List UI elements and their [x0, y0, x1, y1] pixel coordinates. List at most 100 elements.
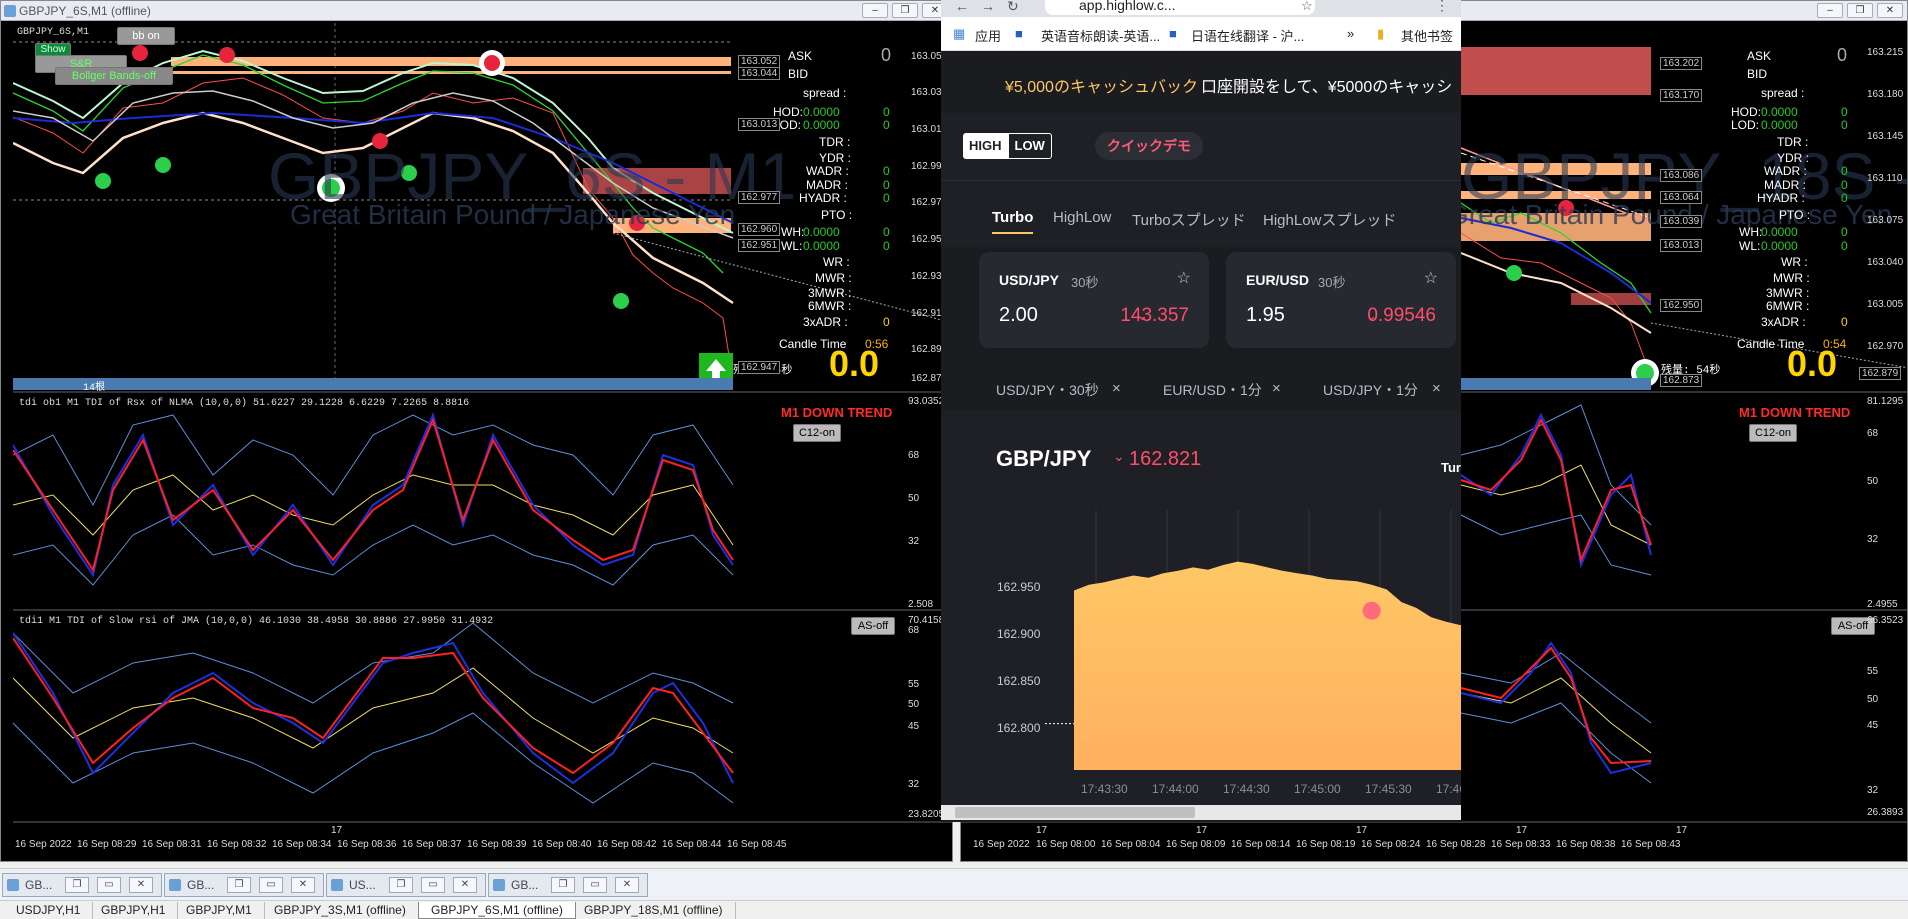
- asset-card[interactable]: USD/JPY 30秒 ☆ 2.00 ⌄ 143.357: [979, 252, 1209, 348]
- menu-icon[interactable]: ⋮: [1435, 0, 1449, 14]
- lod-value: 0.0000: [803, 118, 840, 132]
- minimize-button[interactable]: –: [1817, 3, 1843, 18]
- mwr-label: MWR :: [815, 271, 852, 285]
- chart-tab[interactable]: GBPJPY_18S,M1 (offline): [572, 902, 736, 919]
- minimize-button[interactable]: –: [862, 3, 888, 18]
- close-button[interactable]: ✕: [453, 877, 477, 893]
- scrollbar-thumb[interactable]: [955, 807, 1195, 818]
- c12-button[interactable]: C12-on: [1749, 424, 1797, 442]
- selected-tab[interactable]: USD/JPY・30秒: [996, 380, 1099, 400]
- selected-tab[interactable]: USD/JPY・1分: [1323, 380, 1418, 400]
- maximize-button[interactable]: ▭: [583, 877, 607, 893]
- wl-label: WL:: [781, 239, 803, 253]
- minimized-window-title: GB...: [511, 878, 539, 892]
- card-rate: 143.357: [1120, 305, 1189, 326]
- left-price-pane[interactable]: GBPJPY_6S - M1 Great Britain Pound / Jap…: [13, 23, 952, 393]
- bollinger-bands-button[interactable]: Bollger Bands-off: [55, 67, 173, 85]
- time-label: 16 Sep 08:33: [1491, 839, 1551, 850]
- 3xadr-value: 0: [1841, 315, 1848, 329]
- more-bookmarks[interactable]: »: [1347, 26, 1354, 41]
- forward-icon[interactable]: →: [981, 0, 995, 14]
- axis-marker: 17: [1036, 825, 1048, 836]
- axis-marker: 17: [1196, 825, 1208, 836]
- card-pair: USD/JPY: [999, 272, 1059, 288]
- tab-turbo[interactable]: Turbo: [992, 209, 1034, 234]
- apps-icon[interactable]: ▦: [953, 26, 965, 42]
- promo-banner[interactable]: ¥5,000のキャッシュバック 口座開設をして、¥5000のキャッシ: [941, 51, 1461, 113]
- favorite-star-icon[interactable]: ☆: [1424, 268, 1438, 288]
- minimized-window[interactable]: US... ❐ ▭ ✕: [326, 873, 486, 897]
- bookmark-english[interactable]: 英语音标朗读-英语...: [1041, 26, 1160, 45]
- maximize-button[interactable]: ▭: [97, 877, 121, 893]
- left-tdi1-pane[interactable]: tdi ob1 M1 TDI of Rsx of NLMA (10,0,0) 5…: [13, 395, 952, 611]
- wadr-label: WADR :: [806, 164, 849, 178]
- bookmark-apps[interactable]: 应用: [975, 26, 1001, 45]
- minimized-window-title: US...: [349, 878, 376, 892]
- restore-button[interactable]: ❐: [892, 3, 918, 18]
- c12-button[interactable]: C12-on: [793, 424, 841, 442]
- close-icon[interactable]: ×: [1432, 380, 1441, 397]
- selected-asset-tabs: USD/JPY・30秒 × EUR/USD・1分 × USD/JPY・1分 ×: [941, 368, 1461, 410]
- chart-tab[interactable]: GBPJPY,M1: [174, 902, 265, 919]
- restore-button[interactable]: ❐: [227, 877, 251, 893]
- chart-tab-active[interactable]: GBPJPY_6S,M1 (offline): [418, 902, 576, 919]
- tab-highlow[interactable]: HighLow: [1053, 209, 1111, 226]
- highlow-logo[interactable]: HIGH LOW: [963, 133, 1052, 159]
- close-button[interactable]: ✕: [291, 877, 315, 893]
- maximize-button[interactable]: ▭: [259, 877, 283, 893]
- desktop: GBPJPY_6S,M1 (offline) – ❐ ✕ GBPJPY_6S -…: [0, 0, 1908, 919]
- minimized-window[interactable]: GB... ❐ ▭ ✕: [488, 873, 648, 897]
- spread-zero: 0: [881, 45, 892, 65]
- trade-type-tabs: Turbo HighLow Turboスプレッド HighLowスプレッド: [941, 181, 1461, 247]
- close-icon[interactable]: ×: [1272, 380, 1281, 397]
- minimized-window[interactable]: GB... ❐ ▭ ✕: [2, 873, 162, 897]
- reload-icon[interactable]: ↻: [1007, 0, 1019, 15]
- chart-app-icon: [493, 879, 505, 891]
- bookmark-other[interactable]: 其他书签: [1401, 26, 1453, 45]
- restore-button[interactable]: ❐: [389, 877, 413, 893]
- 3xadr-value: 0: [883, 315, 890, 329]
- tdi1-indicator-label: tdi ob1 M1 TDI of Rsx of NLMA (10,0,0) 5…: [19, 398, 470, 409]
- selected-tab[interactable]: EUR/USD・1分: [1163, 380, 1262, 400]
- address-bar[interactable]: app.highlow.c...: [1045, 0, 1315, 15]
- close-button[interactable]: ✕: [1877, 3, 1903, 18]
- as-button[interactable]: AS-off: [851, 617, 895, 635]
- restore-button[interactable]: ❐: [551, 877, 575, 893]
- close-icon[interactable]: ×: [1112, 380, 1121, 397]
- left-window-titlebar[interactable]: GBPJPY_6S,M1 (offline) – ❐ ✕: [1, 1, 952, 21]
- time-label: 16 Sep 08:29: [77, 839, 137, 850]
- chart-tab[interactable]: GBPJPY_3S,M1 (offline): [262, 902, 419, 919]
- bookmark-icon: ■: [1015, 26, 1023, 41]
- close-button[interactable]: ✕: [129, 877, 153, 893]
- minimized-windows-strip: GB... ❐ ▭ ✕ GB... ❐ ▭ ✕ US... ❐ ▭ ✕ GB... ❐ ▭ ✕: [0, 868, 1908, 900]
- chart-tab[interactable]: USDJPY,H1: [4, 902, 94, 919]
- favorite-star-icon[interactable]: ☆: [1177, 268, 1191, 288]
- time-label: 16 Sep 08:45: [727, 839, 787, 850]
- close-button[interactable]: ✕: [615, 877, 639, 893]
- price-scale-tick: 163.040: [1867, 257, 1904, 268]
- bb-on-button[interactable]: bb on: [117, 27, 175, 45]
- 3xadr-label: 3xADR :: [803, 315, 848, 329]
- spread-label: spread :: [1761, 86, 1805, 100]
- tab-highlow-spread[interactable]: HighLowスプレッド: [1263, 209, 1396, 230]
- y-tick-label: 162.900: [997, 627, 1041, 641]
- browser-window: ← → ↻ app.highlow.c... ☆ ⋮ ▦ 应用 ■ 英语音标朗读…: [941, 0, 1461, 822]
- hod-zero: 0: [883, 105, 890, 119]
- star-icon[interactable]: ☆: [1301, 0, 1313, 14]
- back-icon[interactable]: ←: [955, 0, 969, 14]
- asset-card[interactable]: EUR/USD 30秒 ☆ 1.95 ⌄ 0.99546: [1226, 252, 1456, 348]
- tdi2-scale-tick: 23.8205: [908, 809, 945, 820]
- tdi1-scale-tick: 32: [908, 536, 920, 547]
- horizontal-scrollbar[interactable]: [941, 805, 1461, 820]
- hyadr-label: HYADR :: [799, 191, 847, 205]
- quick-demo-button[interactable]: クイックデモ: [1095, 132, 1203, 160]
- minimized-window[interactable]: GB... ❐ ▭ ✕: [164, 873, 324, 897]
- bookmark-japanese[interactable]: 日语在线翻译 - 沪...: [1191, 26, 1304, 45]
- restore-button[interactable]: ❐: [65, 877, 89, 893]
- left-tdi2-pane[interactable]: tdi1 M1 TDI of Slow rsi of JMA (10,0,0) …: [13, 613, 952, 823]
- tab-turbo-spread[interactable]: Turboスプレッド: [1132, 209, 1246, 230]
- restore-button[interactable]: ❐: [1847, 3, 1873, 18]
- price-scale-tick: 163.180: [1867, 89, 1904, 100]
- maximize-button[interactable]: ▭: [421, 877, 445, 893]
- chart-tab[interactable]: GBPJPY,H1: [89, 902, 179, 919]
